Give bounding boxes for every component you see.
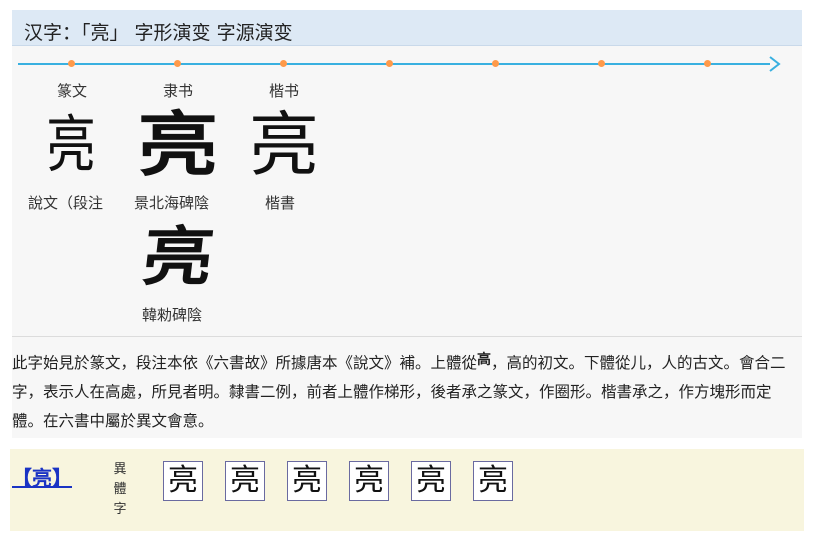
timeline-arrow-icon [769,56,781,72]
source-caption-shuowen: 說文（段注 [28,194,104,212]
variant-head-link[interactable]: 【亮】 [12,462,72,491]
regular-script-glyph: 亮 [249,104,319,186]
section-divider [12,336,802,337]
clerical-script-glyph: 亮 [137,103,219,186]
variant-glyph[interactable]: 亮 [163,461,203,501]
variant-glyph[interactable]: 亮 [349,461,389,501]
page-title: 汉字：「亮」 字形演变 字源演变 [24,22,293,44]
timeline-dot [68,60,75,67]
clerical-script-glyph-2: 亮 [138,220,218,295]
timeline-dot [598,60,605,67]
variant-bar [10,449,804,531]
description-text-1: 此字始見於篆文，段注本依《六書故》所據唐本《說文》補。上體從 [12,354,478,372]
timeline-dot [280,60,287,67]
source-caption-kaishu: 楷書 [265,194,296,212]
stage-label-regular: 楷书 [268,82,299,100]
variant-glyph[interactable]: 亮 [225,461,265,501]
timeline-dot [386,60,393,67]
timeline-dot [492,60,499,67]
source-caption-hanchi: 韓勑碑陰 [142,306,203,324]
timeline-dot [174,60,181,67]
timeline-axis [18,63,770,65]
stage-label-clerical: 隶书 [162,82,193,100]
inline-glyph: 高 [477,352,492,368]
timeline-dot [704,60,711,67]
source-caption-jingbeihai: 景北海碑陰 [134,194,210,212]
stage-label-seal: 篆文 [56,82,87,100]
variant-glyph[interactable]: 亮 [473,461,513,501]
variant-glyph[interactable]: 亮 [287,461,327,501]
variant-glyph[interactable]: 亮 [411,461,451,501]
seal-script-glyph: 亮 [46,108,96,181]
variant-kind-label: 異體字 [113,462,127,517]
etymology-description: 此字始見於篆文，段注本依《六書故》所據唐本《說文》補。上體從高，高的初文。下體從… [12,346,798,436]
